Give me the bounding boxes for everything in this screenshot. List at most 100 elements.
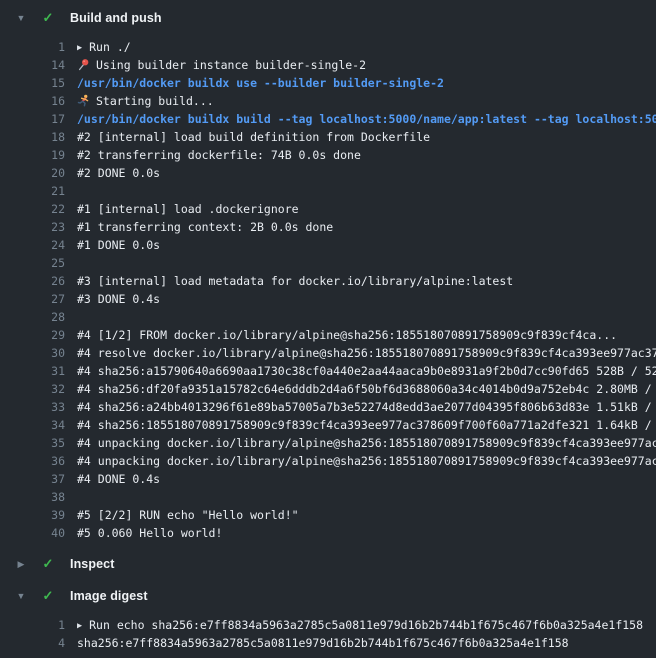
- line-number[interactable]: 4: [0, 634, 65, 652]
- log-line: 23 #1 transferring context: 2B 0.0s done: [0, 218, 656, 236]
- log-command-text: /usr/bin/docker buildx use --builder bui…: [77, 74, 656, 92]
- group-expand-icon[interactable]: ▶: [77, 39, 82, 56]
- log-text: #4 sha256:185518070891758909c9f839cf4ca3…: [77, 416, 656, 434]
- line-number[interactable]: 29: [0, 326, 65, 344]
- line-number[interactable]: 37: [0, 470, 65, 488]
- log-text: #4 sha256:df20fa9351a15782c64e6dddb2d4a6…: [77, 380, 656, 398]
- line-number[interactable]: 18: [0, 128, 65, 146]
- log-line: 1 ▶ Run echo sha256:e7ff8834a5963a2785c5a0…: [0, 616, 656, 634]
- check-success-icon: ✓: [40, 10, 56, 26]
- log-line: 30 #4 resolve docker.io/library/alpine@sh…: [0, 344, 656, 362]
- log-line: 18 #2 [internal] load build definition fr…: [0, 128, 656, 146]
- line-number[interactable]: 30: [0, 344, 65, 362]
- log-line: 31 #4 sha256:a15790640a6690aa1730c38cf0a4…: [0, 362, 656, 380]
- line-number[interactable]: 1: [0, 38, 65, 56]
- line-number[interactable]: 21: [0, 182, 65, 200]
- log-text: sha256:e7ff8834a5963a2785c5a0811e979d16b…: [77, 634, 656, 652]
- log-line: 26 #3 [internal] load metadata for docker…: [0, 272, 656, 290]
- log-text-content: #2 DONE 0.0s: [77, 166, 160, 180]
- log-text: #3 DONE 0.4s: [77, 290, 656, 308]
- line-number[interactable]: 34: [0, 416, 65, 434]
- log-line: 34 #4 sha256:185518070891758909c9f839cf4c…: [0, 416, 656, 434]
- log-text: #1 transferring context: 2B 0.0s done: [77, 218, 656, 236]
- log-text-content: sha256:e7ff8834a5963a2785c5a0811e979d16b…: [77, 636, 569, 650]
- log-line: 24 #1 DONE 0.0s: [0, 236, 656, 254]
- log-text: [77, 488, 656, 506]
- line-number[interactable]: 25: [0, 254, 65, 272]
- workflow-log-viewer: ▼✓Build and push1▶Run ./14Using builder …: [0, 0, 656, 652]
- log-line: 35#4 unpacking docker.io/library/alpine@…: [0, 434, 656, 452]
- step-section-build-and-push: ▼ ✓ Build and push 1 ▶Run ./ 14 Using builder …: [0, 8, 656, 542]
- line-number[interactable]: 40: [0, 524, 65, 542]
- log-text: #3 [internal] load metadata for docker.i…: [77, 272, 656, 290]
- step-section-image-digest: ▼✓Image digest1▶Run echo sha256:e7ff8834…: [0, 586, 656, 652]
- log-text-content: #2 transferring dockerfile: 74B 0.0s don…: [77, 148, 361, 162]
- log-text-content: #4 [1/2] FROM docker.io/library/alpine@s…: [77, 328, 617, 342]
- runner-icon: [77, 94, 90, 107]
- line-number[interactable]: 36: [0, 452, 65, 470]
- log-text-content: Run echo sha256:e7ff8834a5963a2785c5a081…: [89, 618, 643, 632]
- log-line: 21: [0, 182, 656, 200]
- log-text: Using builder instance builder-single-2: [77, 56, 656, 74]
- step-title: Inspect: [70, 557, 114, 571]
- pushpin-icon: [77, 58, 90, 71]
- step-title: Build and push: [70, 11, 162, 25]
- log-line: 29 #4 [1/2] FROM docker.io/library/alpine…: [0, 326, 656, 344]
- log-text: #1 DONE 0.0s: [77, 236, 656, 254]
- line-number[interactable]: 35: [0, 434, 65, 452]
- line-number[interactable]: 31: [0, 362, 65, 380]
- log-text-content: #5 0.060 Hello world!: [77, 526, 222, 540]
- log-line: 15/usr/bin/docker buildx use --builder b…: [0, 74, 656, 92]
- log-text-content: Using builder instance builder-single-2: [96, 58, 366, 72]
- step-header-inspect[interactable]: ▶✓Inspect: [0, 554, 656, 574]
- line-number[interactable]: 23: [0, 218, 65, 236]
- line-number[interactable]: 38: [0, 488, 65, 506]
- step-section-inspect: ▶✓Inspect: [0, 554, 656, 574]
- log-text: #4 unpacking docker.io/library/alpine@sh…: [77, 452, 656, 470]
- line-number[interactable]: 15: [0, 74, 65, 92]
- line-number[interactable]: 19: [0, 146, 65, 164]
- step-header-build-and-push[interactable]: ▼ ✓ Build and push: [0, 8, 656, 28]
- log-text: #4 [1/2] FROM docker.io/library/alpine@s…: [77, 326, 656, 344]
- line-number[interactable]: 28: [0, 308, 65, 326]
- line-number[interactable]: 17: [0, 110, 65, 128]
- line-number[interactable]: 24: [0, 236, 65, 254]
- line-number[interactable]: 1: [0, 616, 65, 634]
- line-number[interactable]: 27: [0, 290, 65, 308]
- log-line: 25: [0, 254, 656, 272]
- log-text-content: /usr/bin/docker buildx build --tag local…: [77, 112, 656, 126]
- log-text: #2 transferring dockerfile: 74B 0.0s don…: [77, 146, 656, 164]
- log-text-content: #2 [internal] load build definition from…: [77, 130, 430, 144]
- log-text: Starting build...: [77, 92, 656, 110]
- line-number[interactable]: 20: [0, 164, 65, 182]
- line-number[interactable]: 39: [0, 506, 65, 524]
- line-number[interactable]: 32: [0, 380, 65, 398]
- log-line: 37 #4 DONE 0.4s: [0, 470, 656, 488]
- log-text-content: #4 resolve docker.io/library/alpine@sha2…: [77, 346, 656, 360]
- step-header-image-digest[interactable]: ▼✓Image digest: [0, 586, 656, 606]
- log-line: 19 #2 transferring dockerfile: 74B 0.0s d…: [0, 146, 656, 164]
- line-number[interactable]: 14: [0, 56, 65, 74]
- line-number[interactable]: 33: [0, 398, 65, 416]
- log-text: #4 resolve docker.io/library/alpine@sha2…: [77, 344, 656, 362]
- log-text-content: #4 sha256:df20fa9351a15782c64e6dddb2d4a6…: [77, 382, 656, 396]
- line-number[interactable]: 22: [0, 200, 65, 218]
- log-text-content: #4 sha256:a15790640a6690aa1730c38cf0a440…: [77, 364, 656, 378]
- log-text: #2 [internal] load build definition from…: [77, 128, 656, 146]
- log-text: #4 sha256:a24bb4013296f61e89ba57005a7b3e…: [77, 398, 656, 416]
- log-line: 36 #4 unpacking docker.io/library/alpine@…: [0, 452, 656, 470]
- chevron-right-icon[interactable]: ▶: [14, 559, 28, 570]
- chevron-down-icon[interactable]: ▼: [14, 591, 28, 601]
- log-line: 20 #2 DONE 0.0s: [0, 164, 656, 182]
- line-number[interactable]: 26: [0, 272, 65, 290]
- check-success-icon: ✓: [40, 588, 56, 604]
- log-text-content: #4 DONE 0.4s: [77, 472, 160, 486]
- log-text: #4 sha256:a15790640a6690aa1730c38cf0a440…: [77, 362, 656, 380]
- log-line: 38: [0, 488, 656, 506]
- chevron-down-icon[interactable]: ▼: [14, 13, 28, 23]
- line-number[interactable]: 16: [0, 92, 65, 110]
- log-text: ▶Run ./: [77, 38, 656, 56]
- group-expand-icon[interactable]: ▶: [77, 617, 82, 634]
- log-text: #5 0.060 Hello world!: [77, 524, 656, 542]
- log-line: 27 #3 DONE 0.4s: [0, 290, 656, 308]
